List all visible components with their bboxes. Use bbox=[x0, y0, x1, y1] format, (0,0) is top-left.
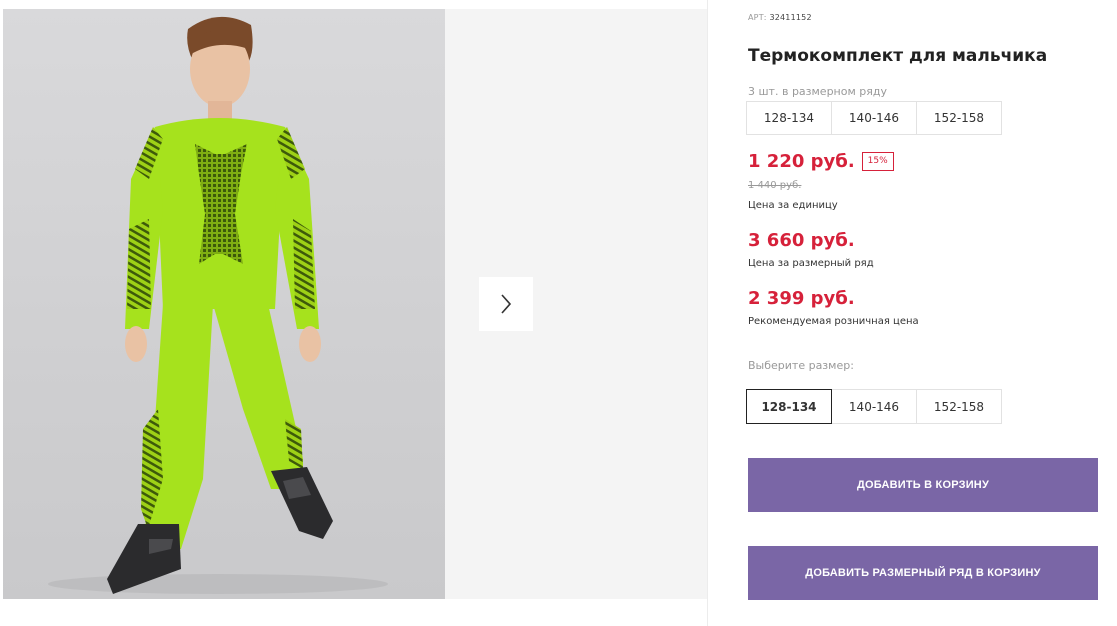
size-row-item: 140-146 bbox=[831, 101, 917, 135]
old-price: 1 440 руб. bbox=[748, 180, 802, 191]
size-option-152-158[interactable]: 152-158 bbox=[916, 389, 1002, 424]
unit-price: 1 220 руб. bbox=[748, 151, 855, 172]
size-row-label: 3 шт. в размерном ряду bbox=[748, 85, 887, 98]
set-price: 3 660 руб. bbox=[748, 230, 855, 251]
size-selector: 128-134 140-146 152-158 bbox=[746, 389, 1002, 424]
recommended-price-note: Рекомендуемая розничная цена bbox=[748, 316, 919, 327]
product-info-panel: АРТ: 32411152 Термокомплект для мальчика… bbox=[746, 0, 1108, 626]
size-row-list: 128-134 140-146 152-158 bbox=[746, 101, 1002, 135]
boy-in-thermal-set-illustration bbox=[48, 16, 388, 594]
recommended-price: 2 399 руб. bbox=[748, 288, 855, 309]
divider bbox=[707, 0, 708, 626]
unit-price-block: 1 220 руб. 15% bbox=[748, 151, 894, 172]
set-price-note: Цена за размерный ряд bbox=[748, 258, 874, 269]
add-to-cart-button[interactable]: ДОБАВИТЬ В КОРЗИНУ bbox=[748, 458, 1098, 512]
unit-price-note: Цена за единицу bbox=[748, 200, 838, 211]
size-row-item: 152-158 bbox=[916, 101, 1002, 135]
product-gallery bbox=[0, 0, 707, 626]
article-number: АРТ: 32411152 bbox=[748, 13, 812, 22]
product-photo[interactable] bbox=[3, 9, 445, 599]
size-option-128-134[interactable]: 128-134 bbox=[746, 389, 832, 424]
size-option-140-146[interactable]: 140-146 bbox=[831, 389, 917, 424]
product-title: Термокомплект для мальчика bbox=[748, 46, 1048, 66]
size-row-item: 128-134 bbox=[746, 101, 832, 135]
choose-size-label: Выберите размер: bbox=[748, 359, 854, 372]
next-image-button[interactable] bbox=[479, 277, 533, 331]
add-size-set-to-cart-button[interactable]: ДОБАВИТЬ РАЗМЕРНЫЙ РЯД В КОРЗИНУ bbox=[748, 546, 1098, 600]
discount-badge: 15% bbox=[861, 152, 894, 171]
chevron-right-icon bbox=[501, 294, 512, 314]
article-label: АРТ: bbox=[748, 13, 767, 22]
article-value: 32411152 bbox=[769, 13, 812, 22]
